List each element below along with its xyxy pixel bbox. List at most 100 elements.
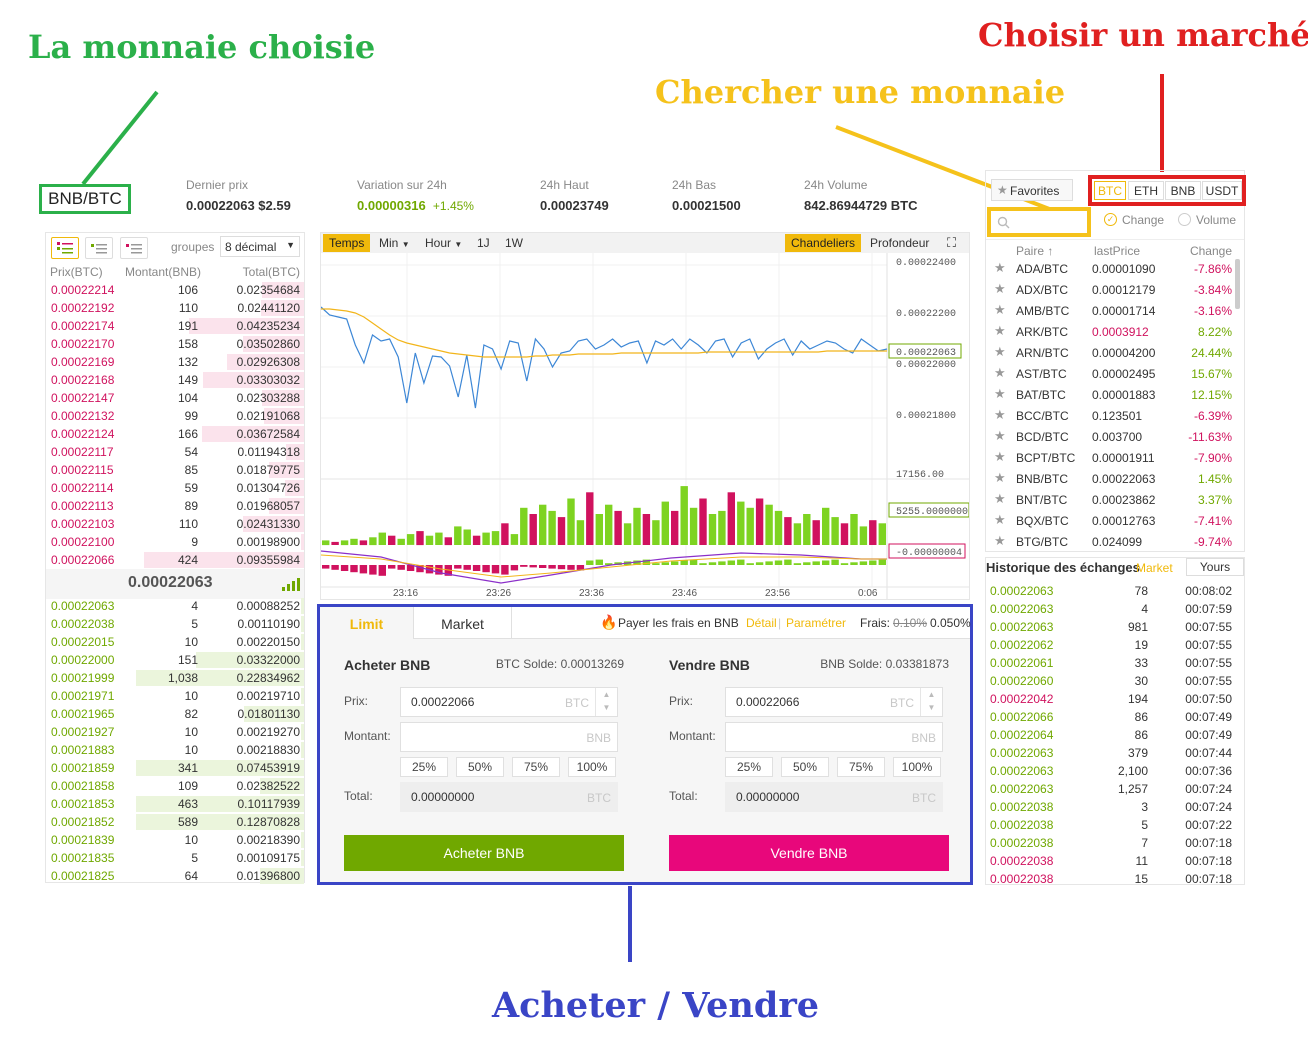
tab-hour[interactable]: Hour ▼: [419, 234, 468, 252]
bid-row[interactable]: 0.00021859 341 0.07453919: [46, 759, 304, 777]
bid-row[interactable]: 0.00021835 5 0.00109175: [46, 849, 304, 867]
bid-row[interactable]: 0.00021825 64 0.01396800: [46, 867, 304, 885]
sell-75-button[interactable]: 75%: [837, 757, 885, 777]
tab-time[interactable]: Temps: [323, 234, 371, 252]
buy-50-button[interactable]: 50%: [456, 757, 504, 777]
ask-row[interactable]: 0.00022103 110 0.02431330: [46, 515, 304, 533]
tab-1w[interactable]: 1W: [499, 234, 529, 252]
market-row[interactable]: ★ AST/BTC 0.00002495 15.67%: [986, 364, 1232, 385]
star-icon[interactable]: ★: [994, 512, 1006, 528]
sell-price-input[interactable]: 0.00022066 BTC ▲ ▼: [725, 687, 943, 717]
market-tab-btc[interactable]: BTC: [1094, 181, 1126, 200]
market-tab-usdt[interactable]: USDT: [1202, 181, 1242, 200]
ask-row[interactable]: 0.00022174 191 0.04235234: [46, 317, 304, 335]
star-icon[interactable]: ★: [994, 344, 1006, 360]
star-icon[interactable]: ★: [994, 386, 1006, 402]
bid-row[interactable]: 0.00022000 151 0.03322000: [46, 651, 304, 669]
market-row[interactable]: ★ BCC/BTC 0.123501 -6.39%: [986, 406, 1232, 427]
search-input[interactable]: [987, 207, 1091, 237]
market-tab-eth[interactable]: ETH: [1128, 181, 1164, 200]
star-icon[interactable]: ★: [994, 449, 1006, 465]
ask-row[interactable]: 0.00022113 89 0.01968057: [46, 497, 304, 515]
view-bids-icon[interactable]: [85, 237, 114, 259]
bid-row[interactable]: 0.00021839 10 0.00218390: [46, 831, 304, 849]
bid-row[interactable]: 0.00021852 589 0.12870828: [46, 813, 304, 831]
bid-row[interactable]: 0.00022063 4 0.00088252: [46, 597, 304, 615]
market-row[interactable]: ★ BNT/BTC 0.00023862 3.37%: [986, 490, 1232, 511]
col-pair-header[interactable]: Paire ↑: [1016, 244, 1053, 258]
tab-candles[interactable]: Chandeliers: [785, 234, 862, 252]
sell-amount-input[interactable]: BNB: [725, 722, 943, 752]
ask-row[interactable]: 0.00022100 9 0.00198900: [46, 533, 304, 551]
market-row[interactable]: ★ ARK/BTC 0.0003912 8.22%: [986, 322, 1232, 343]
stepper-icon[interactable]: ▲ ▼: [595, 688, 617, 716]
sell-25-button[interactable]: 25%: [725, 757, 773, 777]
market-scrollbar[interactable]: [1235, 259, 1240, 309]
bid-row[interactable]: 0.00021971 10 0.00219710: [46, 687, 304, 705]
tab-limit[interactable]: Limit: [320, 607, 414, 639]
market-tab-bnb[interactable]: BNB: [1165, 181, 1201, 200]
sell-50-button[interactable]: 50%: [781, 757, 829, 777]
star-icon[interactable]: ★: [994, 533, 1006, 549]
tab-market[interactable]: Market: [414, 607, 512, 639]
ask-row[interactable]: 0.00022066 424 0.09355984: [46, 551, 304, 569]
ask-row[interactable]: 0.00022214 106 0.02354684: [46, 281, 304, 299]
fee-settings-link[interactable]: Paramétrer: [786, 616, 846, 630]
bid-row[interactable]: 0.00022038 5 0.00110190: [46, 615, 304, 633]
history-tab-market[interactable]: Market: [1136, 561, 1173, 575]
bid-row[interactable]: 0.00021858 109 0.02382522: [46, 777, 304, 795]
col-change-header[interactable]: Change: [1190, 244, 1232, 258]
sell-100-button[interactable]: 100%: [893, 757, 941, 777]
star-icon[interactable]: ★: [994, 302, 1006, 318]
ask-row[interactable]: 0.00022132 99 0.02191068: [46, 407, 304, 425]
buy-price-input[interactable]: 0.00022066 BTC ▲ ▼: [400, 687, 618, 717]
market-row[interactable]: ★ ADX/BTC 0.00012179 -3.84%: [986, 280, 1232, 301]
tab-min[interactable]: Min ▼: [373, 234, 416, 252]
market-row[interactable]: ★ BNB/BTC 0.00022063 1.45%: [986, 469, 1232, 490]
star-icon[interactable]: ★: [994, 407, 1006, 423]
fee-detail-link[interactable]: Détail: [746, 616, 777, 630]
star-icon[interactable]: ★: [994, 260, 1006, 276]
ask-row[interactable]: 0.00022147 104 0.02303288: [46, 389, 304, 407]
favorites-button[interactable]: ★ Favorites: [991, 179, 1073, 201]
bid-row[interactable]: 0.00021927 10 0.00219270: [46, 723, 304, 741]
sell-button[interactable]: Vendre BNB: [669, 835, 949, 871]
market-row[interactable]: ★ ARN/BTC 0.00004200 24.44%: [986, 343, 1232, 364]
bid-row[interactable]: 0.00021965 82 0.01801130: [46, 705, 304, 723]
ask-row[interactable]: 0.00022117 54 0.01194318: [46, 443, 304, 461]
stepper-icon[interactable]: ▲ ▼: [920, 688, 942, 716]
view-both-icon[interactable]: [51, 237, 79, 259]
ask-row[interactable]: 0.00022169 132 0.02926308: [46, 353, 304, 371]
buy-amount-input[interactable]: BNB: [400, 722, 618, 752]
market-row[interactable]: ★ BQX/BTC 0.00012763 -7.41%: [986, 511, 1232, 532]
market-row[interactable]: ★ BAT/BTC 0.00001883 12.15%: [986, 385, 1232, 406]
ask-row[interactable]: 0.00022192 110 0.02441120: [46, 299, 304, 317]
bid-row[interactable]: 0.00021999 1,038 0.22834962: [46, 669, 304, 687]
buy-75-button[interactable]: 75%: [512, 757, 560, 777]
ask-row[interactable]: 0.00022168 149 0.03303032: [46, 371, 304, 389]
bid-row[interactable]: 0.00022015 10 0.00220150: [46, 633, 304, 651]
star-icon[interactable]: ★: [994, 491, 1006, 507]
ask-row[interactable]: 0.00022170 158 0.03502860: [46, 335, 304, 353]
view-asks-icon[interactable]: [119, 237, 148, 259]
fullscreen-icon[interactable]: ⛶: [941, 234, 962, 252]
bid-row[interactable]: 0.00021883 10 0.00218830: [46, 741, 304, 759]
buy-100-button[interactable]: 100%: [568, 757, 616, 777]
ask-row[interactable]: 0.00022115 85 0.01879775: [46, 461, 304, 479]
ask-row[interactable]: 0.00022114 59 0.01304726: [46, 479, 304, 497]
market-row[interactable]: ★ AMB/BTC 0.00001714 -3.16%: [986, 301, 1232, 322]
bid-row[interactable]: 0.00021853 463 0.10117939: [46, 795, 304, 813]
star-icon[interactable]: ★: [994, 470, 1006, 486]
market-row[interactable]: ★ BCPT/BTC 0.00001911 -7.90%: [986, 448, 1232, 469]
ask-row[interactable]: 0.00022124 166 0.03672584: [46, 425, 304, 443]
star-icon[interactable]: ★: [994, 365, 1006, 381]
buy-25-button[interactable]: 25%: [400, 757, 448, 777]
decimals-select[interactable]: 8 décimal ▼: [220, 236, 300, 257]
star-icon[interactable]: ★: [994, 323, 1006, 339]
tab-depth[interactable]: Profondeur: [864, 234, 935, 252]
market-row[interactable]: ★ BTG/BTC 0.024099 -9.74%: [986, 532, 1232, 553]
history-tab-yours[interactable]: Yours: [1186, 558, 1244, 576]
tab-1d[interactable]: 1J: [471, 234, 496, 252]
buy-button[interactable]: Acheter BNB: [344, 835, 624, 871]
star-icon[interactable]: ★: [994, 428, 1006, 444]
